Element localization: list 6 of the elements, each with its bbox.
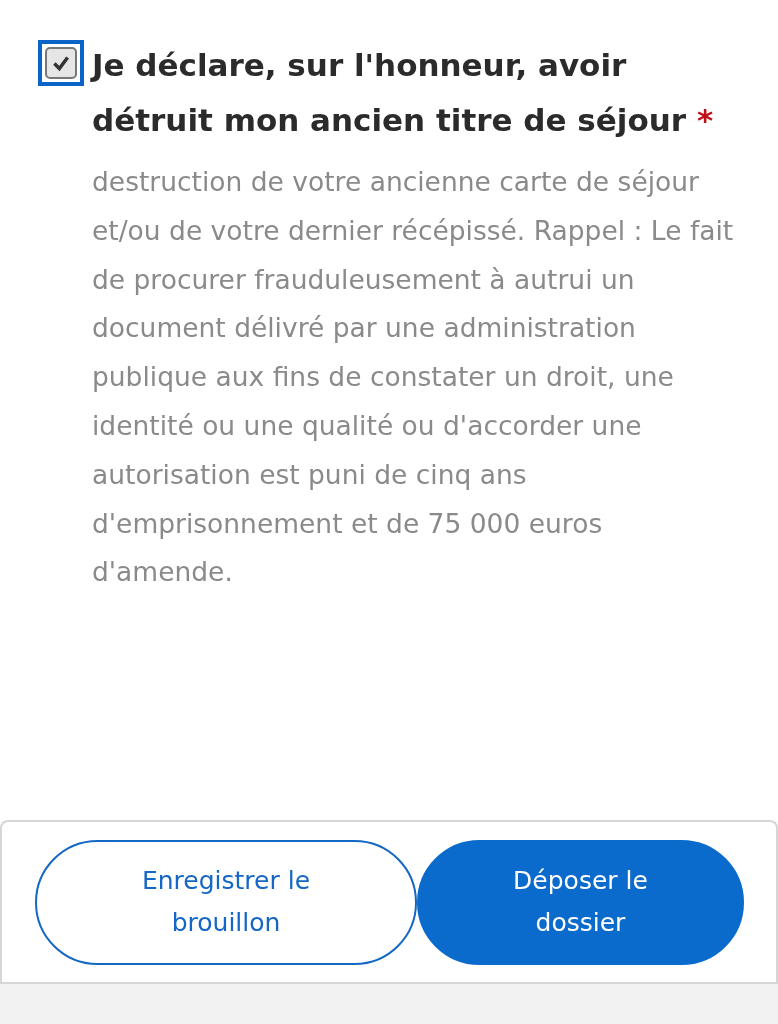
required-asterisk: * bbox=[696, 102, 714, 138]
save-draft-button[interactable]: Enregistrer le brouillon bbox=[35, 839, 417, 965]
checkbox[interactable] bbox=[45, 47, 77, 79]
declaration-label: Je déclare, sur l'honneur, avoir détruit mon ancien titre de séjour * bbox=[92, 46, 715, 140]
declaration-description: destruction de votre ancienne carte de séjour et/ou de votre dernier récépissé. Rappel : Le fait de procurer frauduleusement à autrui un document délivré par une administration publique aux fins de constater un droit, une identité ou une qualité ou d'accorder une autorisation est puni de cinq ans d'emprisonnement et de 75 000 euros d'amende. bbox=[92, 165, 735, 590]
submit-button[interactable]: Déposer le dossier bbox=[417, 839, 744, 965]
